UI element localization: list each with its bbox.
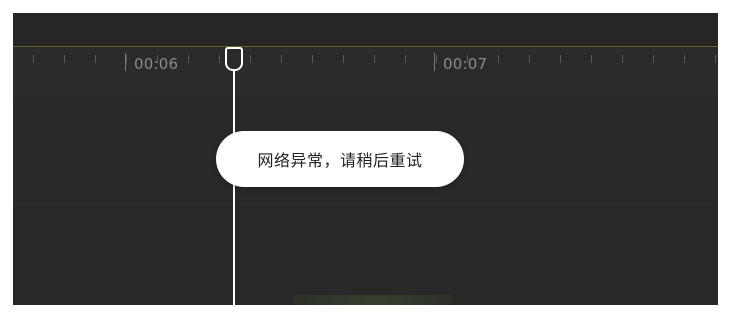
ruler-tick	[715, 55, 716, 63]
ruler-tick	[436, 55, 437, 63]
ruler-tick	[467, 55, 468, 63]
ruler-tick	[405, 55, 406, 63]
ruler-tick	[157, 55, 158, 63]
ruler-tick	[312, 55, 313, 63]
ruler-tick	[281, 55, 282, 63]
ruler-tick	[33, 55, 34, 63]
ruler-tick	[498, 55, 499, 63]
timeline-header	[13, 13, 718, 46]
ruler-tick	[64, 55, 65, 63]
ruler-tick	[684, 55, 685, 63]
ruler-tick	[529, 55, 530, 63]
ruler-tick	[188, 55, 189, 63]
ruler-tick	[374, 55, 375, 63]
timeline-track[interactable]	[13, 207, 718, 305]
time-ruler[interactable]: 00:06 00:07	[13, 47, 718, 99]
toast-message: 网络异常，请稍后重试	[257, 151, 423, 170]
ruler-tick	[622, 55, 623, 63]
ruler-tick	[250, 55, 251, 63]
ruler-tick	[343, 55, 344, 63]
error-toast: 网络异常，请稍后重试	[216, 131, 464, 187]
ruler-major-tick	[125, 53, 126, 71]
ruler-major-tick	[434, 53, 435, 71]
ruler-tick	[126, 55, 127, 63]
playhead-handle[interactable]	[225, 47, 243, 71]
ruler-tick	[591, 55, 592, 63]
ruler-tick	[219, 55, 220, 63]
ruler-tick	[653, 55, 654, 63]
ruler-tick	[95, 55, 96, 63]
clip-thumbnail[interactable]	[293, 295, 453, 305]
ruler-tick	[560, 55, 561, 63]
time-label-00-07: 00:07	[443, 55, 488, 73]
